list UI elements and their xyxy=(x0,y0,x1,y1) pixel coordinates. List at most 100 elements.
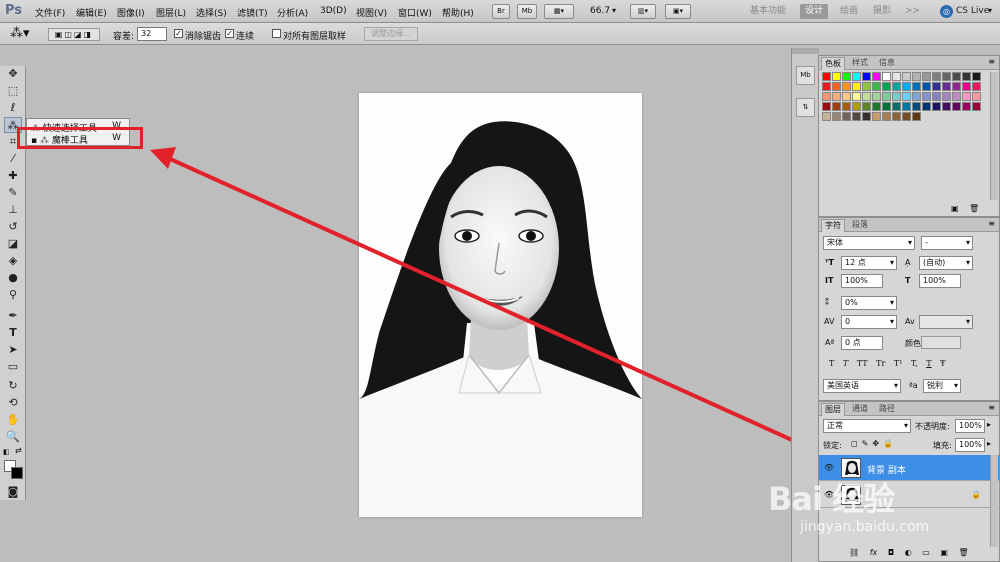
tab-paragraph[interactable]: 段落 xyxy=(849,219,871,232)
all-caps-button[interactable]: TT xyxy=(857,359,868,368)
color-swatch[interactable] xyxy=(872,72,881,81)
color-swatch[interactable] xyxy=(932,92,941,101)
color-swatch[interactable] xyxy=(822,102,831,111)
font-style-select[interactable]: - xyxy=(921,236,973,250)
color-swatch[interactable] xyxy=(872,92,881,101)
color-swatch[interactable] xyxy=(942,72,951,81)
swatches-scrollbar[interactable] xyxy=(990,72,998,200)
color-swatch[interactable] xyxy=(922,102,931,111)
color-swatch[interactable] xyxy=(972,82,981,91)
color-swatch[interactable] xyxy=(862,72,871,81)
color-swatch[interactable] xyxy=(862,112,871,121)
tracking-ratio-select[interactable]: 0% xyxy=(841,296,897,310)
underline-button[interactable]: T xyxy=(926,359,931,368)
color-swatch[interactable] xyxy=(972,72,981,81)
color-swatch[interactable] xyxy=(852,72,861,81)
lock-icons[interactable]: ◻✎✥🔒 xyxy=(851,439,897,448)
color-swatch[interactable] xyxy=(832,112,841,121)
color-swatch[interactable] xyxy=(882,72,891,81)
color-swatch[interactable] xyxy=(922,82,931,91)
tab-channels[interactable]: 通道 xyxy=(849,403,871,416)
panel-menu-icon[interactable]: ≡ xyxy=(988,403,995,412)
layers-scrollbar[interactable] xyxy=(990,455,998,547)
vertical-scale-input[interactable]: 100% xyxy=(841,274,883,288)
color-swatch[interactable] xyxy=(842,92,851,101)
font-family-select[interactable]: 宋体 xyxy=(823,236,915,250)
opacity-slider-icon[interactable]: ▸ xyxy=(987,420,991,429)
color-swatch[interactable] xyxy=(952,82,961,91)
small-caps-button[interactable]: Tr xyxy=(876,359,885,368)
color-swatch[interactable] xyxy=(902,112,911,121)
horizontal-scale-input[interactable]: 100% xyxy=(919,274,961,288)
color-swatch[interactable] xyxy=(922,92,931,101)
mini-bridge-panel-icon[interactable]: Mb xyxy=(796,66,815,85)
color-swatch[interactable] xyxy=(952,72,961,81)
color-swatch[interactable] xyxy=(842,82,851,91)
color-swatch[interactable] xyxy=(862,82,871,91)
color-swatch[interactable] xyxy=(932,82,941,91)
color-swatch[interactable] xyxy=(942,82,951,91)
new-swatch-icon[interactable]: ▣ xyxy=(951,204,959,213)
tab-swatches[interactable]: 色板 xyxy=(821,57,845,70)
color-swatch[interactable] xyxy=(912,82,921,91)
fill-slider-icon[interactable]: ▸ xyxy=(987,439,991,448)
font-size-select[interactable]: 12 点 xyxy=(841,256,897,270)
delete-swatch-icon[interactable]: 🗑 xyxy=(969,204,979,213)
color-swatch[interactable] xyxy=(862,92,871,101)
fx-icon[interactable]: fx xyxy=(870,548,878,557)
faux-italic-button[interactable]: T xyxy=(843,359,848,368)
text-color-swatch[interactable] xyxy=(921,336,961,349)
blend-mode-select[interactable]: 正常 xyxy=(823,419,911,433)
color-swatch[interactable] xyxy=(952,92,961,101)
color-swatch[interactable] xyxy=(922,72,931,81)
eye-icon[interactable]: 👁 xyxy=(824,463,834,472)
color-swatch[interactable] xyxy=(842,102,851,111)
color-swatch[interactable] xyxy=(842,72,851,81)
faux-bold-button[interactable]: T xyxy=(829,359,834,368)
tab-layers[interactable]: 图层 xyxy=(821,403,845,416)
color-swatch[interactable] xyxy=(912,102,921,111)
swatch-grid[interactable] xyxy=(822,72,990,136)
opacity-input[interactable]: 100% xyxy=(955,419,985,433)
tab-character[interactable]: 字符 xyxy=(821,219,845,232)
color-swatch[interactable] xyxy=(972,92,981,101)
color-swatch[interactable] xyxy=(882,82,891,91)
color-swatch[interactable] xyxy=(942,92,951,101)
color-swatch[interactable] xyxy=(902,92,911,101)
color-swatch[interactable] xyxy=(962,102,971,111)
color-swatch[interactable] xyxy=(952,102,961,111)
color-swatch[interactable] xyxy=(822,112,831,121)
link-icon[interactable]: ⛓ xyxy=(849,548,859,557)
color-swatch[interactable] xyxy=(882,112,891,121)
color-swatch[interactable] xyxy=(822,72,831,81)
color-swatch[interactable] xyxy=(962,82,971,91)
panel-menu-icon[interactable]: ≡ xyxy=(988,57,995,66)
type-style-buttons[interactable]: T T TT Tr T¹ T, T Ŧ xyxy=(829,359,979,371)
color-swatch[interactable] xyxy=(902,72,911,81)
panel-menu-icon[interactable]: ≡ xyxy=(988,219,995,228)
color-swatch[interactable] xyxy=(912,72,921,81)
color-swatch[interactable] xyxy=(892,82,901,91)
adjustment-icon[interactable]: ◐ xyxy=(905,548,912,557)
color-swatch[interactable] xyxy=(892,92,901,101)
mask-icon[interactable]: ◘ xyxy=(888,548,894,557)
color-swatch[interactable] xyxy=(882,102,891,111)
color-swatch[interactable] xyxy=(872,102,881,111)
leading-select[interactable]: (自动) xyxy=(919,256,973,270)
kerning-select[interactable]: 0 xyxy=(841,315,897,329)
color-swatch[interactable] xyxy=(962,92,971,101)
color-swatch[interactable] xyxy=(832,102,841,111)
color-swatch[interactable] xyxy=(912,92,921,101)
superscript-button[interactable]: T¹ xyxy=(894,359,903,368)
tab-styles[interactable]: 样式 xyxy=(849,57,871,70)
color-swatch[interactable] xyxy=(892,72,901,81)
color-swatch[interactable] xyxy=(972,102,981,111)
color-swatch[interactable] xyxy=(942,102,951,111)
color-swatch[interactable] xyxy=(932,72,941,81)
color-swatch[interactable] xyxy=(892,112,901,121)
color-swatch[interactable] xyxy=(932,102,941,111)
color-swatch[interactable] xyxy=(882,92,891,101)
color-swatch[interactable] xyxy=(902,102,911,111)
baseline-shift-input[interactable]: 0 点 xyxy=(841,336,883,350)
language-select[interactable]: 美国英语 xyxy=(823,379,901,393)
